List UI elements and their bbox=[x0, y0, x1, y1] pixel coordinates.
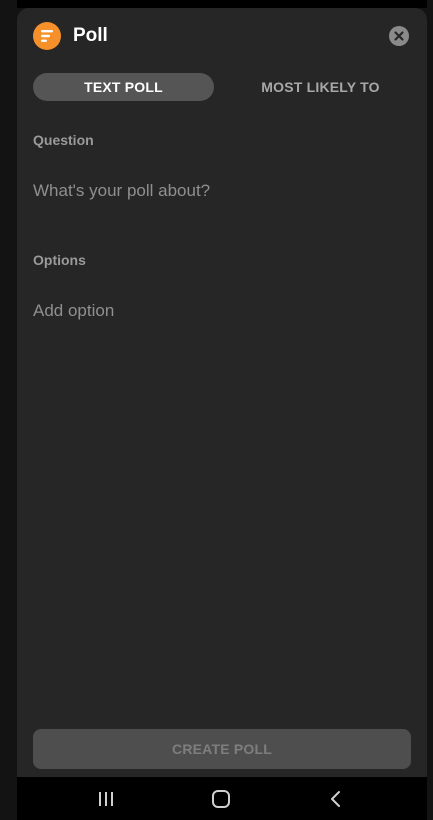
create-poll-button[interactable]: CREATE POLL bbox=[33, 729, 411, 769]
poll-sheet: Poll TEXT POLL MOST LIKELY TO Question O… bbox=[17, 8, 427, 777]
close-icon[interactable] bbox=[389, 26, 409, 46]
poll-type-tabs: TEXT POLL MOST LIKELY TO bbox=[33, 73, 411, 103]
question-label: Question bbox=[33, 132, 94, 148]
home-icon[interactable] bbox=[209, 789, 233, 809]
system-nav-bar bbox=[17, 777, 427, 820]
page-title: Poll bbox=[73, 25, 108, 46]
back-icon[interactable] bbox=[324, 789, 348, 809]
status-bar bbox=[17, 0, 427, 8]
recents-icon[interactable] bbox=[94, 789, 118, 809]
options-label: Options bbox=[33, 252, 86, 268]
poll-list-icon bbox=[33, 22, 61, 50]
question-input[interactable] bbox=[33, 176, 411, 206]
tab-text-poll[interactable]: TEXT POLL bbox=[33, 73, 214, 101]
sheet-header: Poll bbox=[33, 22, 411, 50]
add-option-input[interactable] bbox=[33, 296, 411, 326]
screen: Poll TEXT POLL MOST LIKELY TO Question O… bbox=[0, 0, 433, 820]
tab-most-likely-to[interactable]: MOST LIKELY TO bbox=[230, 73, 411, 101]
